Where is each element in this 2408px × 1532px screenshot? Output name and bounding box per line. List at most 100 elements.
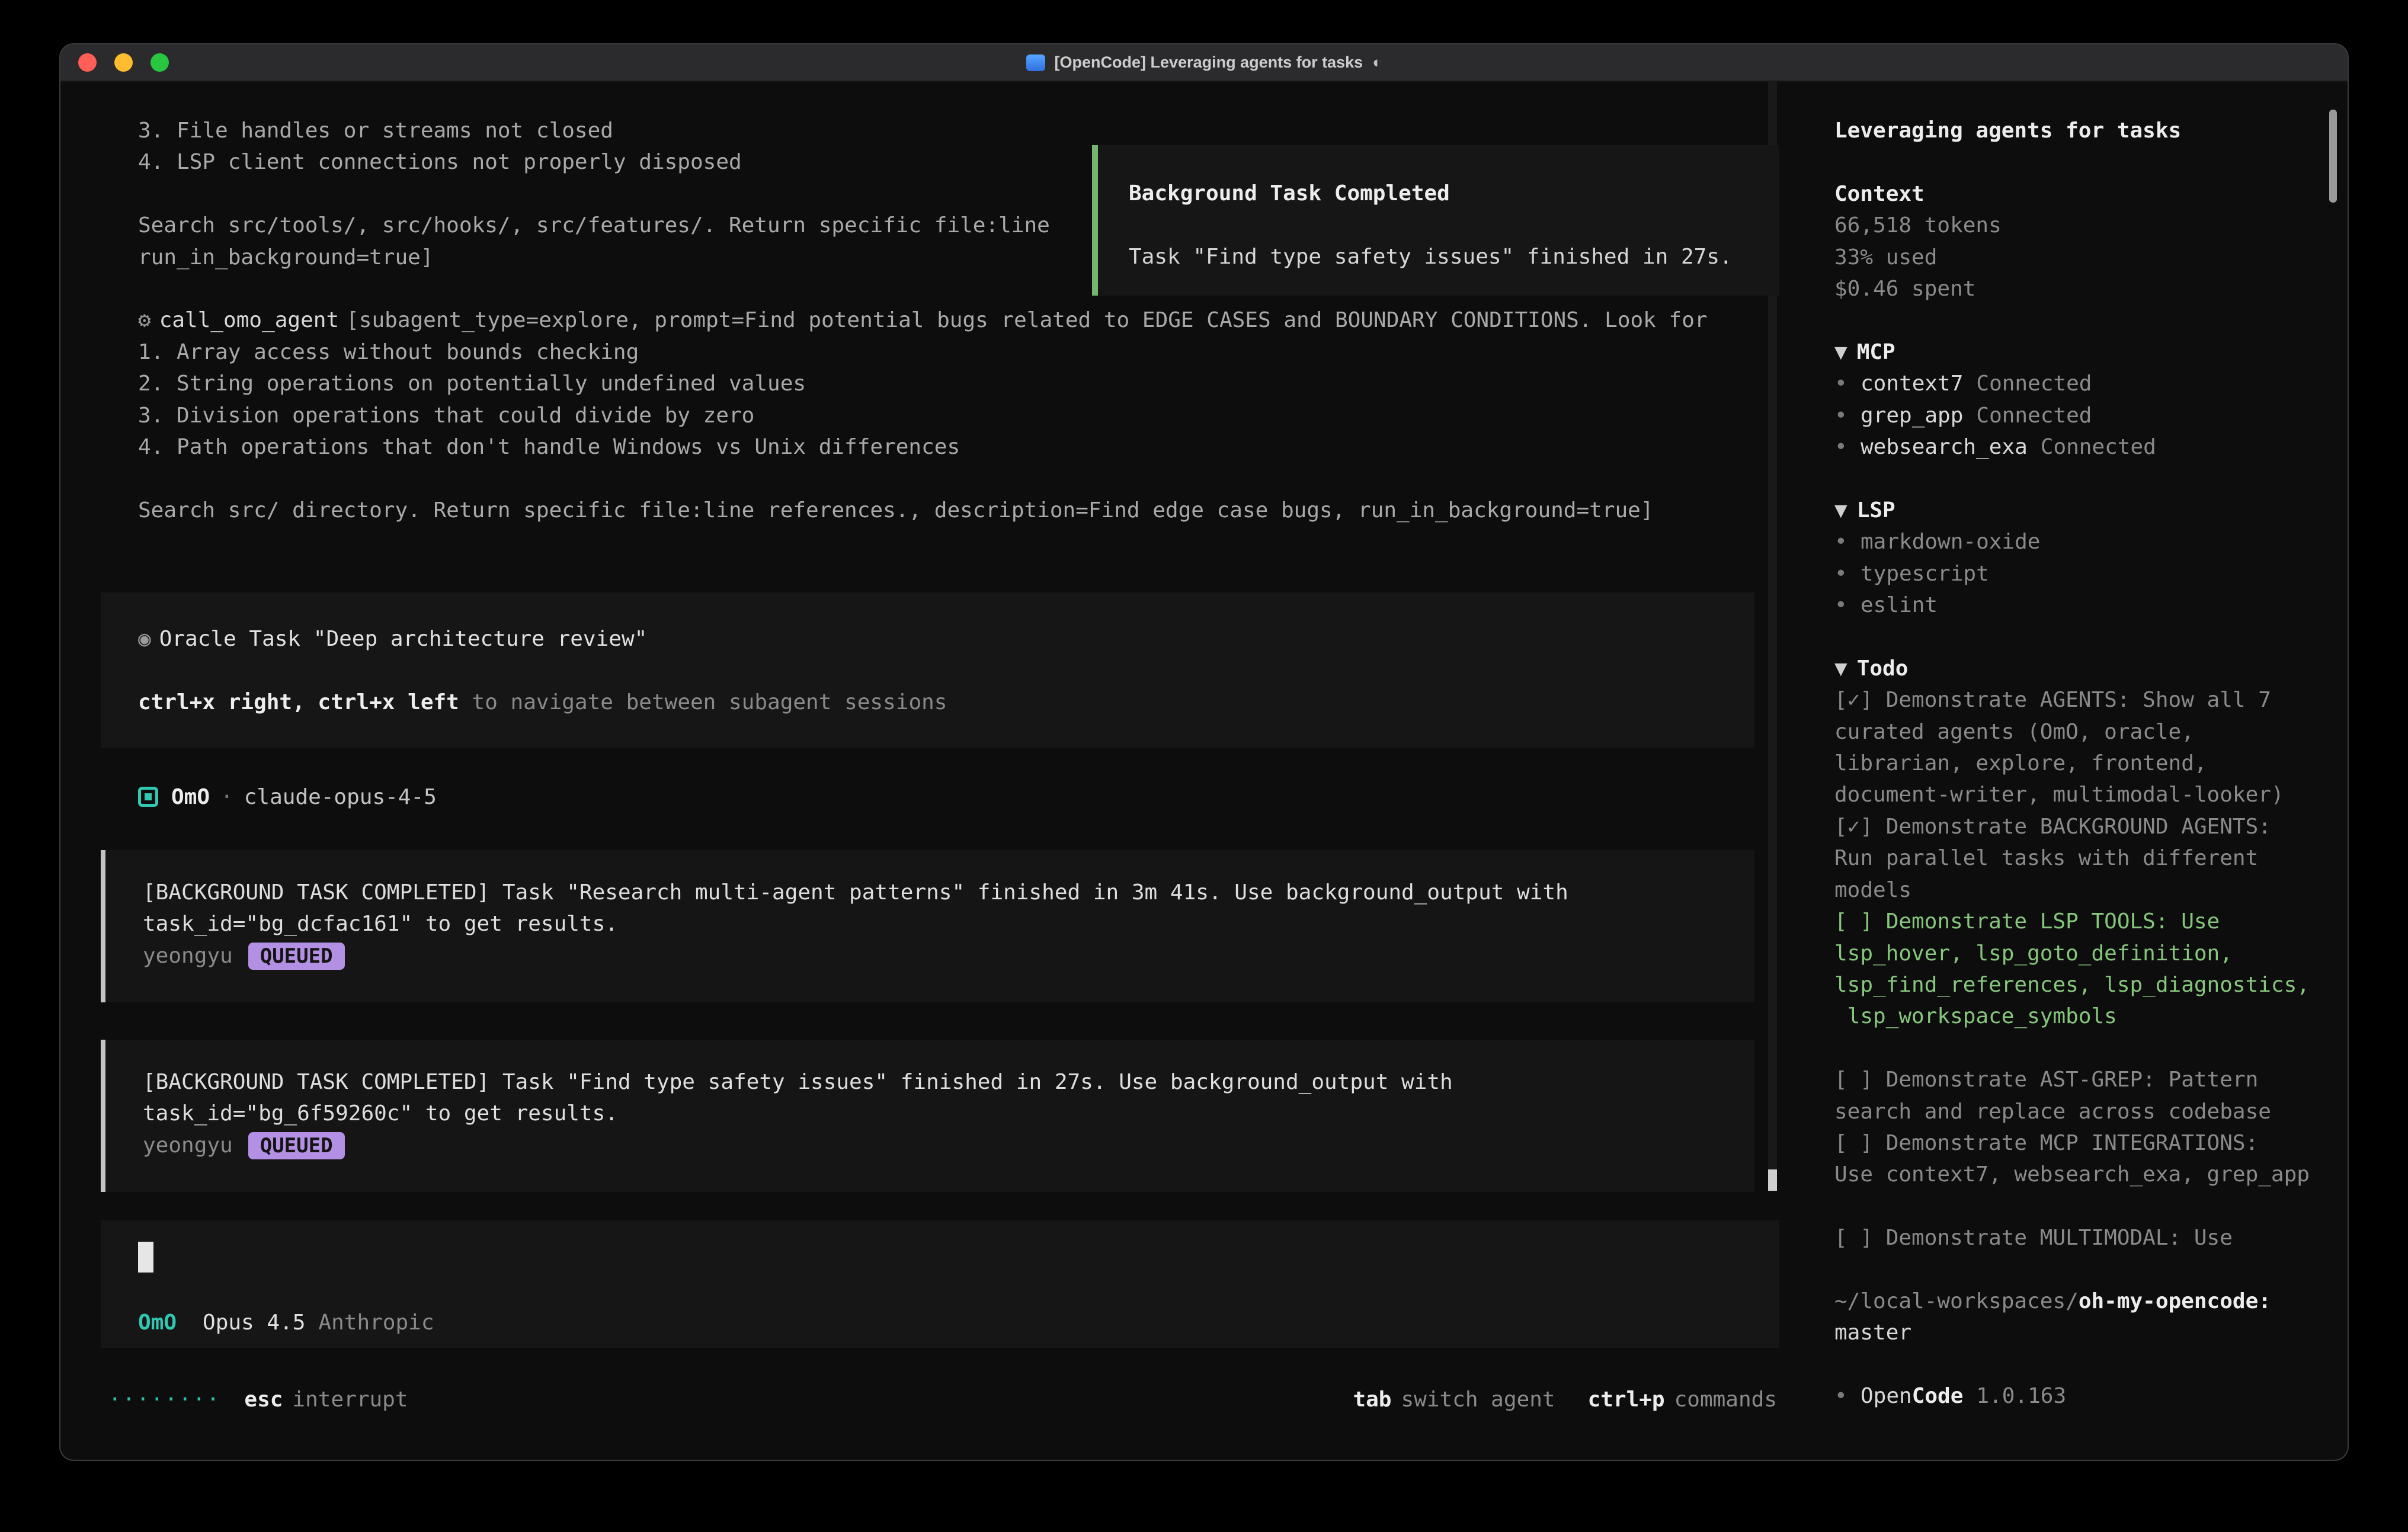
separator-dot: ·	[220, 785, 233, 809]
bullet-icon: •	[1834, 558, 1861, 589]
background-task-toast: Background Task Completed Task "Find typ…	[1092, 145, 1779, 296]
mcp-heading: MCP	[1857, 340, 1895, 364]
agent-name: OmO	[171, 785, 210, 809]
message-author: yeongyu	[143, 944, 233, 968]
message-text: [BACKGROUND TASK COMPLETED] Task "Resear…	[143, 877, 1722, 940]
toast-title: Background Task Completed	[1129, 178, 1779, 209]
esc-key-label: interrupt	[292, 1387, 408, 1412]
context-used: 33% used	[1834, 242, 2324, 273]
status-badge: QUEUED	[248, 943, 345, 970]
sidebar-scrollbar-thumb[interactable]	[2329, 110, 2337, 203]
status-badge: QUEUED	[248, 1132, 345, 1159]
chevron-down-icon: ▼	[1834, 340, 1847, 364]
prompt-input[interactable]: OmO Opus 4.5 Anthropic	[101, 1220, 1779, 1348]
toast-body: Task "Find type safety issues" finished …	[1129, 241, 1779, 273]
chat-pane: 3. File handles or streams not closed 4.…	[60, 82, 1808, 1461]
bullet-icon: •	[1834, 400, 1861, 431]
close-button[interactable]	[78, 53, 97, 72]
brand-name-bold: Code	[1912, 1384, 1964, 1408]
lsp-section-header[interactable]: ▼ LSP	[1834, 495, 2324, 526]
tool-call-line: ⚙call_omo_agent[subagent_type=explore, p…	[138, 305, 1779, 336]
subagent-nav-hint: ctrl+x right, ctrl+x left to navigate be…	[138, 687, 1754, 718]
workspace-repo: oh-my-opencode:	[2079, 1289, 2271, 1313]
lsp-item: •typescript	[1834, 558, 2324, 589]
context-spent: $0.46 spent	[1834, 273, 2324, 305]
tool-call-args: [subagent_type=explore, prompt=Find pote…	[346, 308, 1707, 332]
tab-key-hint: tab	[1353, 1387, 1391, 1412]
blank-line	[138, 463, 1779, 494]
app-icon	[1026, 55, 1045, 71]
zoom-button[interactable]	[150, 53, 169, 72]
lsp-name: markdown-oxide	[1861, 530, 2040, 554]
esc-key-hint: esc	[244, 1387, 283, 1412]
lsp-item: •eslint	[1834, 589, 2324, 621]
agent-model: claude-opus-4-5	[244, 785, 437, 809]
text-cursor	[138, 1242, 153, 1273]
todo-item: [ ] Demonstrate MCP INTEGRATIONS: Use co…	[1834, 1127, 2324, 1191]
mcp-status: Connected	[2041, 435, 2156, 459]
context-heading: Context	[1834, 178, 2324, 210]
tab-key-label: switch agent	[1401, 1387, 1555, 1412]
oracle-task-panel: ◉Oracle Task "Deep architecture review" …	[101, 592, 1754, 748]
lsp-name: typescript	[1861, 562, 1989, 586]
message-meta: yeongyu QUEUED	[143, 1130, 1754, 1161]
message-block: [BACKGROUND TASK COMPLETED] Task "Find t…	[101, 1040, 1754, 1192]
message-block: [BACKGROUND TASK COMPLETED] Task "Resear…	[101, 850, 1754, 1002]
input-meta: OmO Opus 4.5 Anthropic	[138, 1310, 1742, 1335]
mcp-item: •grep_appConnected	[1834, 400, 2324, 431]
traffic-lights	[78, 44, 169, 81]
tool-call-body-line: Search src/ directory. Return specific f…	[138, 495, 1779, 526]
workspace-info: ~/local-workspaces/oh-my-opencode: maste…	[1834, 1286, 2324, 1349]
oracle-task-title: Oracle Task "Deep architecture review"	[159, 627, 648, 651]
todo-item: [✓] Demonstrate AGENTS: Show all 7 curat…	[1834, 684, 2324, 811]
version-number: 1.0.163	[1976, 1384, 2066, 1408]
bullet-icon: •	[1834, 1380, 1861, 1412]
lsp-heading: LSP	[1857, 498, 1895, 523]
opencode-window: [OpenCode] Leveraging agents for tasks ◐…	[59, 43, 2349, 1461]
spinner-dots-icon: ········	[108, 1387, 220, 1412]
lsp-item: •markdown-oxide	[1834, 526, 2324, 557]
lsp-name: eslint	[1861, 593, 1938, 617]
chevron-down-icon: ▼	[1834, 498, 1847, 523]
blank-line	[1834, 621, 2324, 652]
todo-item: [ ] Demonstrate MULTIMODAL: Use	[1834, 1222, 2324, 1254]
message-meta: yeongyu QUEUED	[143, 940, 1754, 972]
status-bar: ········ esc interrupt tab switch agent …	[108, 1383, 1777, 1415]
mcp-name: context7	[1861, 371, 1963, 396]
hint-text: to navigate between subagent sessions	[459, 690, 947, 714]
mcp-name: grep_app	[1861, 403, 1963, 428]
provider-label: Anthropic	[318, 1310, 434, 1335]
todo-item: [ ] Demonstrate LSP TOOLS: Use lsp_hover…	[1834, 906, 2324, 1033]
mcp-section-header[interactable]: ▼ MCP	[1834, 336, 2324, 368]
mcp-item: •websearch_exaConnected	[1834, 431, 2324, 463]
chat-scrollbar-thumb[interactable]	[1768, 1169, 1777, 1191]
message-author: yeongyu	[143, 1133, 233, 1158]
commands-key-hint: ctrl+p	[1588, 1387, 1665, 1412]
tool-call-body-line: 3. Division operations that could divide…	[138, 400, 1779, 431]
brand-name: Open	[1861, 1384, 1912, 1408]
workspace-path-prefix: ~/local-workspaces/	[1834, 1289, 2079, 1313]
agent-header: OmO · claude-opus-4-5	[138, 781, 437, 813]
oracle-task-line: ◉ Oracle Task "Deep architecture review"	[138, 623, 1754, 655]
chevron-down-icon: ▼	[1834, 656, 1847, 681]
todo-item: [✓] Demonstrate BACKGROUND AGENTS: Run p…	[1834, 811, 2324, 906]
bullet-icon: •	[1834, 431, 1861, 463]
workspace-branch: master	[1834, 1317, 2324, 1348]
tool-call-name: call_omo_agent	[159, 308, 339, 332]
oracle-dot-icon: ◉	[138, 627, 151, 651]
window-title-wrap: [OpenCode] Leveraging agents for tasks ◐	[1026, 53, 1382, 72]
session-title: Leveraging agents for tasks	[1834, 115, 2324, 146]
hint-keys: ctrl+x right, ctrl+x left	[138, 690, 459, 714]
recording-indicator-icon: ◐	[1372, 53, 1382, 72]
bullet-icon: •	[1834, 368, 1861, 399]
bullet-icon: •	[1834, 589, 1861, 621]
todo-item: [ ] Demonstrate AST-GREP: Pattern search…	[1834, 1064, 2324, 1127]
blank-line	[1834, 146, 2324, 178]
session-sidebar: Leveraging agents for tasks Context 66,5…	[1808, 82, 2348, 1461]
commands-key-label: commands	[1674, 1387, 1777, 1412]
todo-section-header[interactable]: ▼Todo	[1834, 653, 2324, 684]
window-title: [OpenCode] Leveraging agents for tasks	[1055, 53, 1363, 72]
blank-line	[138, 655, 1754, 686]
minimize-button[interactable]	[114, 53, 133, 72]
tool-call-body-line: 4. Path operations that don't handle Win…	[138, 431, 1779, 463]
